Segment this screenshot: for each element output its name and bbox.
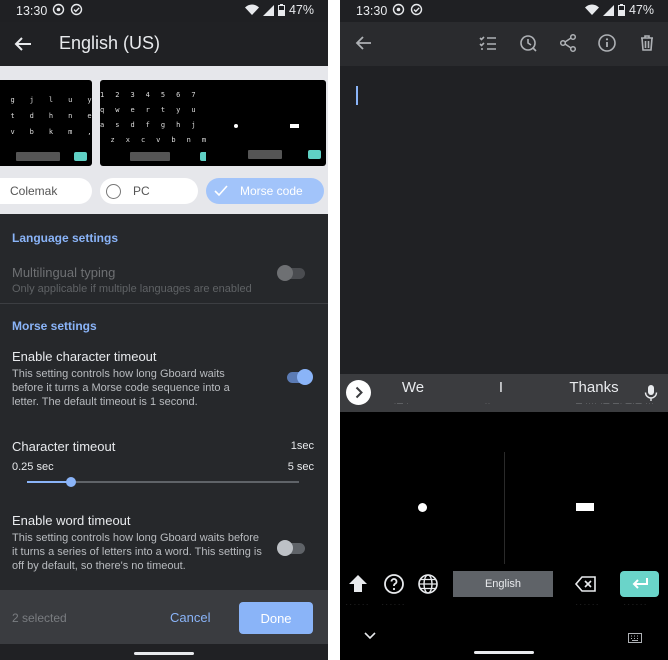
page-title: English (US) <box>59 33 161 53</box>
chevron-right-icon <box>355 386 363 399</box>
check-circle-icon <box>70 3 83 16</box>
morse-preview[interactable] <box>206 80 326 166</box>
hide-keyboard-chevron-icon[interactable] <box>364 632 376 640</box>
nav-bar <box>0 644 328 660</box>
text-editor[interactable] <box>340 66 668 374</box>
character-timeout-toggle-summary: This setting controls how long Gboard wa… <box>12 368 230 408</box>
word-timeout-toggle-summary: This setting controls how long Gboard wa… <box>12 532 262 572</box>
target-icon <box>52 3 65 16</box>
keyboard-switcher-icon[interactable] <box>628 633 642 643</box>
multilingual-typing-title: Multilingual typing <box>12 265 116 280</box>
right-screen: 13:30 47% We ·— · I ·· Thanks — ···· ·— … <box>340 0 668 660</box>
share-icon[interactable] <box>558 33 578 53</box>
suggestion-2-morse: ·· <box>485 401 491 407</box>
app-bar: English (US) <box>0 22 328 66</box>
nav-bar <box>340 616 668 660</box>
cancel-button[interactable]: Cancel <box>170 610 210 625</box>
back-arrow-icon[interactable] <box>354 33 374 53</box>
status-time: 13:30 <box>16 4 48 18</box>
signal-icon <box>602 4 614 16</box>
dot-key[interactable] <box>418 503 427 512</box>
space-key[interactable]: English <box>453 571 553 597</box>
expand-toolbar-button[interactable] <box>346 380 371 405</box>
text-cursor <box>356 86 358 105</box>
target-icon <box>392 3 405 16</box>
back-arrow-icon[interactable] <box>12 33 34 55</box>
divider <box>0 303 328 304</box>
language-settings-header: Language settings <box>12 231 119 245</box>
checkmark-icon <box>214 185 228 197</box>
selected-count: 2 selected <box>12 611 67 625</box>
microphone-icon[interactable] <box>644 384 658 402</box>
suggestion-1[interactable]: We <box>394 379 432 396</box>
status-bar: 13:30 47% <box>340 0 668 22</box>
slider-max-label: 5 sec <box>287 461 314 473</box>
status-bar: 13:30 47% <box>0 0 328 22</box>
slider-thumb[interactable] <box>65 477 76 487</box>
multilingual-typing-summary: Only applicable if multiple languages ar… <box>12 283 252 295</box>
shift-icon[interactable] <box>346 572 370 596</box>
slider-min-label: 0.25 sec <box>12 461 54 473</box>
battery-percent: 47% <box>288 3 314 17</box>
colemak-option[interactable]: Colemak <box>0 178 92 204</box>
radio-unchecked-icon <box>106 183 121 199</box>
pc-option[interactable]: PC <box>100 178 198 204</box>
dash-key[interactable] <box>576 503 594 511</box>
morse-settings-header: Morse settings <box>12 319 97 333</box>
suggestion-3-morse: — ···· ·— —· —·— ··· <box>576 401 655 407</box>
reminder-icon[interactable] <box>518 33 538 53</box>
character-timeout-toggle-title: Enable character timeout <box>12 349 157 364</box>
status-time: 13:30 <box>356 4 388 18</box>
word-timeout-switch[interactable] <box>277 540 307 556</box>
checklist-icon[interactable] <box>478 33 498 53</box>
suggestion-strip: We ·— · I ·· Thanks — ···· ·— —· —·— ··· <box>340 374 668 412</box>
battery-icon <box>277 4 285 16</box>
backspace-icon[interactable] <box>574 572 598 596</box>
character-timeout-slider[interactable] <box>27 477 299 487</box>
character-timeout-switch[interactable] <box>283 369 313 385</box>
suggestion-3[interactable]: Thanks <box>566 379 622 396</box>
editor-toolbar <box>340 22 668 66</box>
left-screen: 13:30 47% English (US) f p g j l u y ; r… <box>0 0 328 660</box>
home-pill[interactable] <box>474 651 534 654</box>
signal-icon <box>262 4 274 16</box>
selection-bottom-bar: 2 selected Cancel Done <box>0 590 328 644</box>
suggestion-1-morse: ·— · <box>394 401 410 407</box>
word-timeout-toggle-title: Enable word timeout <box>12 513 131 528</box>
info-icon[interactable] <box>597 33 617 53</box>
home-pill[interactable] <box>134 652 194 655</box>
wifi-icon <box>244 4 259 15</box>
keyboard-layout-picker: f p g j l u y ; r s t d h n e i o x c v … <box>0 66 328 214</box>
battery-icon <box>617 4 625 16</box>
pc-preview[interactable]: 1 2 3 4 5 6 7 8 9 0 q w e r t y u i o p … <box>100 80 220 166</box>
check-circle-icon <box>410 3 423 16</box>
help-icon[interactable] <box>382 572 406 596</box>
wifi-icon <box>584 4 599 15</box>
battery-percent: 47% <box>628 3 654 17</box>
enter-arrow-icon <box>632 578 648 589</box>
trash-icon[interactable] <box>637 33 657 53</box>
morse-code-option[interactable]: Morse code <box>206 178 324 204</box>
done-button[interactable]: Done <box>239 602 313 634</box>
character-timeout-slider-title: Character timeout <box>12 439 116 454</box>
morse-keyboard: English · · · · · · · · · · · · · · · · … <box>340 412 668 616</box>
globe-icon[interactable] <box>416 572 440 596</box>
suggestion-2[interactable]: I <box>492 379 510 396</box>
colemak-preview[interactable]: f p g j l u y ; r s t d h n e i o x c v … <box>0 80 92 166</box>
multilingual-typing-switch[interactable] <box>277 265 307 281</box>
character-timeout-value: 1sec <box>290 440 314 452</box>
enter-key[interactable] <box>620 571 659 597</box>
